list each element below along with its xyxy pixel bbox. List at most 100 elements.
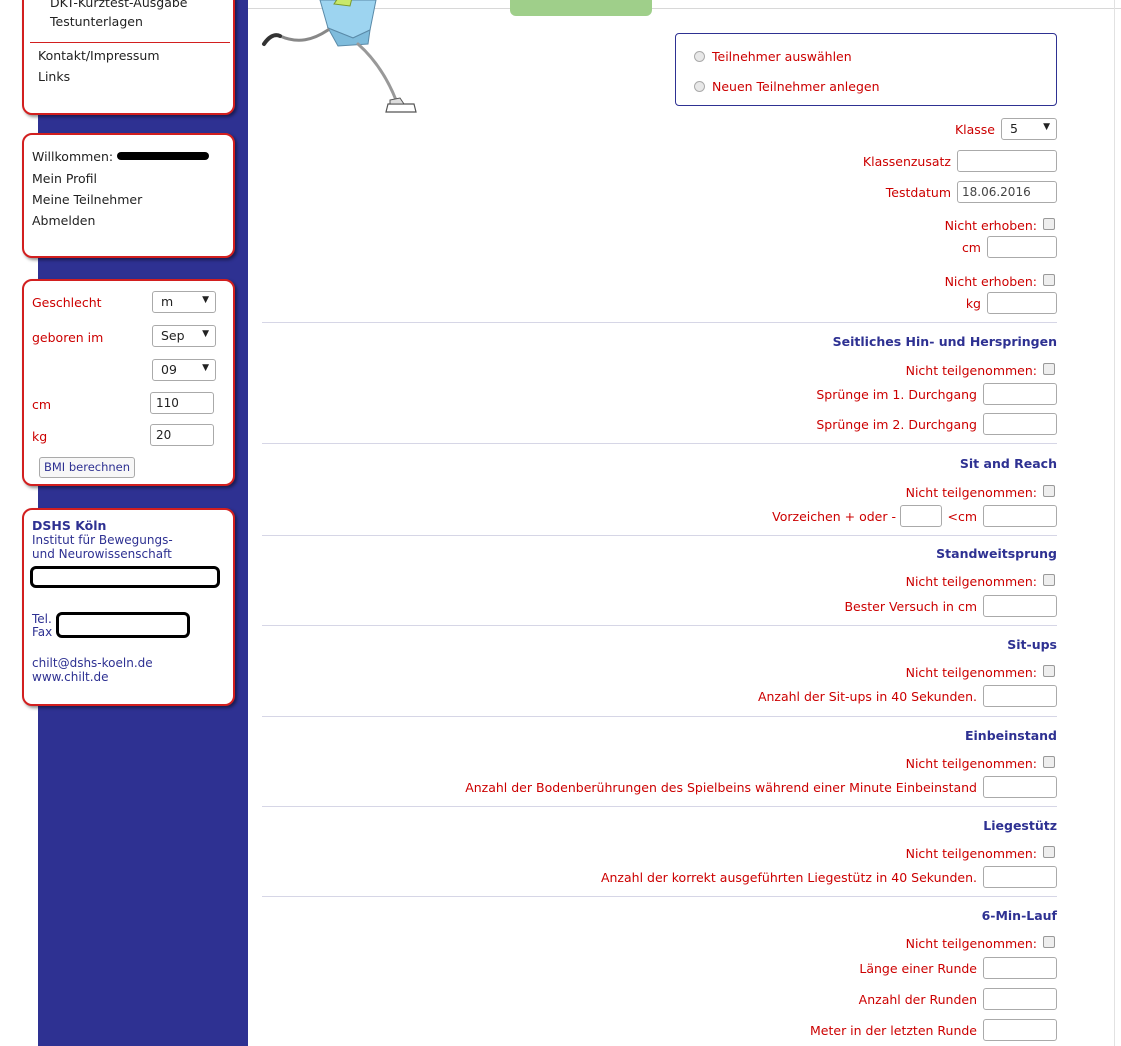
- radio-new-participant[interactable]: Neuen Teilnehmer anlegen: [694, 79, 880, 94]
- birth-year-select[interactable]: 09 ▼: [152, 359, 216, 381]
- weight-kg-input[interactable]: [987, 292, 1057, 314]
- kg-label: kg: [32, 429, 48, 444]
- right-divider: [1114, 0, 1115, 1046]
- klasse-select[interactable]: 5 ▼: [1001, 118, 1057, 140]
- checkbox-icon[interactable]: [1043, 936, 1055, 948]
- last-lap-meters-label: Meter in der letzten Runde: [810, 1023, 977, 1038]
- ground-touch-label: Anzahl der Bodenberührungen des Spielbei…: [465, 780, 977, 795]
- checkbox-icon[interactable]: [1043, 485, 1055, 497]
- pushups-count-input[interactable]: [983, 866, 1057, 888]
- runner-illustration: [262, 0, 417, 113]
- section-title-seitliches: Seitliches Hin- und Herspringen: [832, 334, 1057, 349]
- section-divider: [262, 322, 1057, 323]
- bmi-calculate-button[interactable]: BMI berechnen: [39, 457, 136, 478]
- section-divider: [262, 806, 1057, 807]
- situps-count-input[interactable]: [983, 685, 1057, 707]
- weight-input[interactable]: 20: [150, 424, 214, 446]
- gender-select[interactable]: m ▼: [152, 291, 216, 313]
- contact-email-link[interactable]: chilt@dshs-koeln.de: [32, 656, 153, 670]
- pushups-count-label: Anzahl der korrekt ausgeführten Liegestü…: [600, 870, 977, 885]
- contact-web-link[interactable]: www.chilt.de: [32, 670, 109, 684]
- menu-meine-teilnehmer[interactable]: Meine Teilnehmer: [32, 192, 142, 207]
- birth-month-select[interactable]: Sep ▼: [152, 325, 216, 347]
- section-divider: [262, 625, 1057, 626]
- contact-fax-label: Fax: [32, 625, 53, 639]
- section-title-einbeinstand: Einbeinstand: [964, 728, 1057, 743]
- section-title-standweitsprung: Standweitsprung: [936, 546, 1057, 561]
- section-title-sit-ups: Sit-ups: [1007, 637, 1057, 652]
- nav-separator: [30, 42, 230, 43]
- not-collected-weight-label: Nicht erhoben:: [944, 274, 1037, 289]
- sign-input[interactable]: [900, 505, 942, 527]
- not-participated-label: Nicht teilgenommen:: [905, 846, 1037, 861]
- radio-icon[interactable]: [694, 81, 705, 92]
- checkbox-icon[interactable]: [1043, 274, 1055, 286]
- not-collected-height-label: Nicht erhoben:: [944, 218, 1037, 233]
- jumps-round1-input[interactable]: [983, 383, 1057, 405]
- last-lap-meters-input[interactable]: [983, 1019, 1057, 1041]
- nav-item-testunterlagen[interactable]: Testunterlagen: [50, 14, 143, 29]
- checkbox-icon[interactable]: [1043, 846, 1055, 858]
- nav-item-links[interactable]: Links: [38, 69, 70, 84]
- height-input[interactable]: 110: [150, 392, 214, 414]
- testdatum-label: Testdatum: [885, 185, 951, 200]
- redacted-address: [30, 566, 220, 588]
- height-cm-input[interactable]: [987, 236, 1057, 258]
- nav-item-dkt-ausgabe[interactable]: DKT-Kurztest-Ausgabe: [50, 0, 188, 10]
- contact-tel-label: Tel.: [32, 612, 52, 626]
- dropdown-arrow-icon: ▼: [1043, 122, 1050, 132]
- jumps-round1-label: Sprünge im 1. Durchgang: [816, 387, 977, 402]
- contact-name: DSHS Köln: [32, 518, 107, 533]
- checkbox-icon[interactable]: [1043, 218, 1055, 230]
- height-cm-label: cm: [961, 240, 981, 255]
- contact-box: DSHS Köln Institut für Bewegungs- und Ne…: [22, 508, 235, 706]
- jumps-round2-label: Sprünge im 2. Durchgang: [816, 417, 977, 432]
- section-title-liegestuetz: Liegestütz: [983, 818, 1057, 833]
- checkbox-icon[interactable]: [1043, 665, 1055, 677]
- section-divider: [262, 716, 1057, 717]
- section-title-sit-and-reach: Sit and Reach: [959, 456, 1057, 471]
- menu-mein-profil[interactable]: Mein Profil: [32, 171, 97, 186]
- nav-box: DKT-Kurztest-Ausgabe Testunterlagen Kont…: [22, 0, 235, 115]
- nav-item-kontakt[interactable]: Kontakt/Impressum: [38, 48, 160, 63]
- not-participated-label: Nicht teilgenommen:: [905, 936, 1037, 951]
- not-participated-label: Nicht teilgenommen:: [905, 574, 1037, 589]
- best-attempt-label: Bester Versuch in cm: [844, 599, 977, 614]
- menu-abmelden[interactable]: Abmelden: [32, 213, 95, 228]
- radio-select-participant[interactable]: Teilnehmer auswählen: [694, 49, 852, 64]
- not-participated-label: Nicht teilgenommen:: [905, 756, 1037, 771]
- dropdown-arrow-icon: ▼: [202, 295, 209, 305]
- dropdown-arrow-icon: ▼: [202, 363, 209, 373]
- checkbox-icon[interactable]: [1043, 574, 1055, 586]
- contact-institute-line1: Institut für Bewegungs-: [32, 533, 173, 547]
- section-divider: [262, 896, 1057, 897]
- checkbox-icon[interactable]: [1043, 756, 1055, 768]
- bmi-box: Geschlecht m ▼ geboren im Sep ▼ 09 ▼ cm 110…: [22, 279, 235, 486]
- ground-touch-input[interactable]: [983, 776, 1057, 798]
- radio-icon[interactable]: [694, 51, 705, 62]
- cm-label: cm: [32, 397, 52, 412]
- section-divider: [262, 535, 1057, 536]
- klassenzusatz-input[interactable]: [957, 150, 1057, 172]
- sign-label: Vorzeichen + oder -: [772, 509, 896, 524]
- lap-length-input[interactable]: [983, 957, 1057, 979]
- lap-length-label: Länge einer Runde: [859, 961, 977, 976]
- jumps-round2-input[interactable]: [983, 413, 1057, 435]
- not-participated-label: Nicht teilgenommen:: [905, 485, 1037, 500]
- redacted-username: [117, 152, 210, 160]
- lap-count-input[interactable]: [983, 988, 1057, 1010]
- dropdown-arrow-icon: ▼: [202, 329, 209, 339]
- cm-unit-label: <cm: [947, 509, 977, 524]
- section-divider: [262, 443, 1057, 444]
- not-participated-label: Nicht teilgenommen:: [905, 363, 1037, 378]
- contact-institute-line2: und Neurowissenschaft: [32, 547, 172, 561]
- lap-count-label: Anzahl der Runden: [858, 992, 977, 1007]
- testdatum-input[interactable]: 18.06.2016: [957, 181, 1057, 203]
- gender-label: Geschlecht: [32, 295, 102, 310]
- sit-reach-cm-input[interactable]: [983, 505, 1057, 527]
- checkbox-icon[interactable]: [1043, 363, 1055, 375]
- klasse-label: Klasse: [954, 122, 995, 137]
- born-label: geboren im: [32, 330, 104, 345]
- best-attempt-input[interactable]: [983, 595, 1057, 617]
- klassenzusatz-label: Klassenzusatz: [862, 154, 951, 169]
